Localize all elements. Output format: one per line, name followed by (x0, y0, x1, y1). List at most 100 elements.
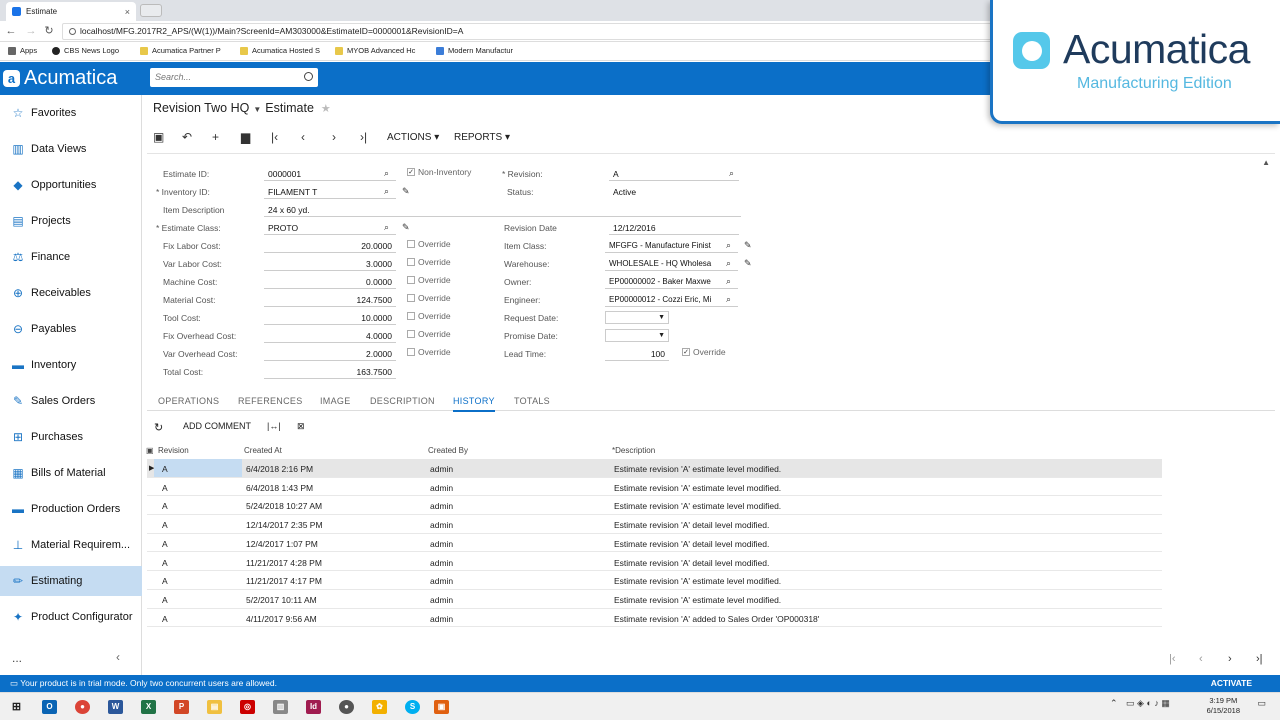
tray-icons[interactable]: ▭ ◈ ◐ ♪ ▦ (1126, 698, 1170, 709)
sidebar-item-sales-orders[interactable]: ✎ Sales Orders (0, 386, 142, 416)
sidebar-item-production-orders[interactable]: ▬ Production Orders (0, 494, 142, 524)
lookup-icon[interactable]: ⌕ (729, 168, 734, 179)
save-icon[interactable]: ▣ (153, 130, 164, 144)
sidebar-item-payables[interactable]: ⊖ Payables (0, 314, 142, 344)
sidebar-item-favorites[interactable]: ☆ Favorites (0, 98, 142, 128)
column-settings-icon[interactable]: ▣ (146, 446, 154, 455)
fix-overhead-override-checkbox[interactable]: Override (407, 329, 451, 339)
add-icon[interactable]: + (212, 130, 219, 144)
refresh-icon[interactable]: ↻ (154, 421, 163, 434)
windows-start-icon[interactable]: ⊞ (9, 700, 24, 714)
sidebar-item-inventory[interactable]: ▬ Inventory (0, 350, 142, 380)
favorite-star-icon[interactable]: ★ (321, 103, 331, 115)
powerpoint-icon[interactable]: P (174, 700, 189, 714)
tool-override-checkbox[interactable]: Override (407, 311, 451, 321)
fit-to-screen-icon[interactable]: |↔| (267, 421, 281, 431)
reload-icon[interactable]: ↻ (42, 24, 56, 38)
bookmark-apps[interactable]: Apps (8, 46, 37, 55)
clock[interactable]: 3:19 PM 6/15/2018 (1207, 696, 1240, 716)
fix-labor-cost-field[interactable]: 20.0000 (264, 239, 396, 253)
column-header-created-at[interactable]: Created At (244, 446, 282, 455)
estimate-id-field[interactable]: 0000001 (264, 167, 396, 181)
search-icon[interactable] (304, 72, 313, 81)
owner-field[interactable]: EP00000002 - Baker Maxwe (605, 275, 738, 289)
add-comment-button[interactable]: ADD COMMENT (183, 421, 251, 431)
fix-labor-override-checkbox[interactable]: Override (407, 239, 451, 249)
chrome-icon[interactable]: ● (75, 700, 90, 714)
lookup-icon[interactable]: ⌕ (726, 240, 731, 251)
lookup-icon[interactable]: ⌕ (384, 186, 389, 197)
material-override-checkbox[interactable]: Override (407, 293, 451, 303)
indesign-icon[interactable]: Id (306, 700, 321, 714)
back-icon[interactable]: ← (4, 24, 18, 38)
sidebar-item-bills-of-material[interactable]: ▦ Bills of Material (0, 458, 142, 488)
notifications-icon[interactable]: ▭ (1257, 698, 1266, 709)
bookmark-modern[interactable]: Modern Manufactur (436, 46, 513, 55)
table-row[interactable]: A 11/21/2017 4:28 PM admin Estimate revi… (147, 553, 1162, 572)
tab-references[interactable]: REFERENCES (238, 396, 303, 406)
lookup-icon[interactable]: ⌕ (726, 258, 731, 269)
next-record-icon[interactable]: › (332, 130, 336, 144)
excel-icon[interactable]: X (141, 700, 156, 714)
revision-date-field[interactable]: 12/12/2016 (609, 221, 739, 235)
close-tab-icon[interactable]: × (125, 7, 130, 17)
delete-icon[interactable]: ▆ (241, 130, 250, 144)
edit-icon[interactable]: ✎ (744, 240, 752, 251)
edit-icon[interactable]: ✎ (744, 258, 752, 269)
undo-icon[interactable]: ↶ (182, 130, 192, 144)
sidebar-item-opportunities[interactable]: ◆ Opportunities (0, 170, 142, 200)
table-row[interactable]: A 11/21/2017 4:17 PM admin Estimate revi… (147, 571, 1162, 590)
item-description-field[interactable]: 24 x 60 yd. (264, 203, 741, 217)
bookmark-hosted[interactable]: Acumatica Hosted S (240, 46, 320, 55)
request-date-picker[interactable]: ▼ (605, 311, 669, 324)
machine-cost-field[interactable]: 0.0000 (264, 275, 396, 289)
lead-time-field[interactable]: 100 (605, 347, 669, 361)
sidebar-item-data-views[interactable]: ▥ Data Views (0, 134, 142, 164)
machine-override-checkbox[interactable]: Override (407, 275, 451, 285)
bookmark-cbs[interactable]: CBS News Logo (52, 46, 119, 55)
table-row[interactable]: A 4/11/2017 9:56 AM admin Estimate revis… (147, 609, 1162, 628)
outlook-icon[interactable]: O (42, 700, 57, 714)
table-row[interactable]: A 5/24/2018 10:27 AM admin Estimate revi… (147, 496, 1162, 516)
item-class-field[interactable]: MFGFG - Manufacture Finist (605, 239, 738, 253)
sidebar-item-finance[interactable]: ⚖ Finance (0, 242, 142, 272)
sidebar-item-estimating[interactable]: ✏ Estimating (0, 566, 142, 596)
actions-menu[interactable]: ACTIONS ▾ (387, 132, 439, 143)
table-row[interactable]: A 5/2/2017 10:11 AM admin Estimate revis… (147, 590, 1162, 609)
lookup-icon[interactable]: ⌕ (384, 168, 389, 179)
table-row[interactable]: A 12/4/2017 1:07 PM admin Estimate revis… (147, 534, 1162, 553)
last-record-icon[interactable]: ›| (360, 130, 367, 144)
app-icon[interactable]: ▥ (273, 700, 288, 714)
table-row[interactable]: ▶ A 6/4/2018 2:16 PM admin Estimate revi… (147, 459, 1162, 478)
pager-first-icon[interactable]: |‹ (1169, 653, 1176, 665)
table-row[interactable]: A 12/14/2017 2:35 PM admin Estimate revi… (147, 515, 1162, 534)
tab-image[interactable]: IMAGE (320, 396, 351, 406)
non-inventory-checkbox[interactable]: ✓ Non-Inventory (407, 167, 471, 177)
skype-icon[interactable]: S (405, 700, 420, 714)
pager-next-icon[interactable]: › (1228, 653, 1232, 665)
bookmark-partner[interactable]: Acumatica Partner P (140, 46, 221, 55)
column-header-revision[interactable]: Revision (158, 446, 189, 455)
snagit-icon[interactable]: ▣ (434, 700, 449, 714)
material-cost-field[interactable]: 124.7500 (264, 293, 396, 307)
pager-prev-icon[interactable]: ‹ (1199, 653, 1203, 665)
first-record-icon[interactable]: |‹ (271, 130, 278, 144)
engineer-field[interactable]: EP00000012 - Cozzi Eric, Mi (605, 293, 738, 307)
tray-chevron-icon[interactable]: ⌃ (1110, 698, 1118, 709)
var-labor-override-checkbox[interactable]: Override (407, 257, 451, 267)
sidebar-item-purchases[interactable]: ⊞ Purchases (0, 422, 142, 452)
pdf-icon[interactable]: ◎ (240, 700, 255, 714)
table-row[interactable]: A 6/4/2018 1:43 PM admin Estimate revisi… (147, 478, 1162, 497)
previous-record-icon[interactable]: ‹ (301, 130, 305, 144)
bookmark-myob[interactable]: MYOB Advanced Hc (335, 46, 415, 55)
tool-cost-field[interactable]: 10.0000 (264, 311, 396, 325)
estimate-class-field[interactable]: PROTO (264, 221, 396, 235)
lookup-icon[interactable]: ⌕ (384, 222, 389, 233)
var-labor-cost-field[interactable]: 3.0000 (264, 257, 396, 271)
sidebar-item-projects[interactable]: ▤ Projects (0, 206, 142, 236)
lead-time-override-checkbox[interactable]: ✓ Override (682, 347, 726, 357)
browser-tab[interactable]: Estimate × (6, 2, 136, 21)
sidebar-item-product-configurator[interactable]: ✦ Product Configurator (0, 602, 142, 632)
var-overhead-cost-field[interactable]: 2.0000 (264, 347, 396, 361)
promise-date-picker[interactable]: ▼ (605, 329, 669, 342)
